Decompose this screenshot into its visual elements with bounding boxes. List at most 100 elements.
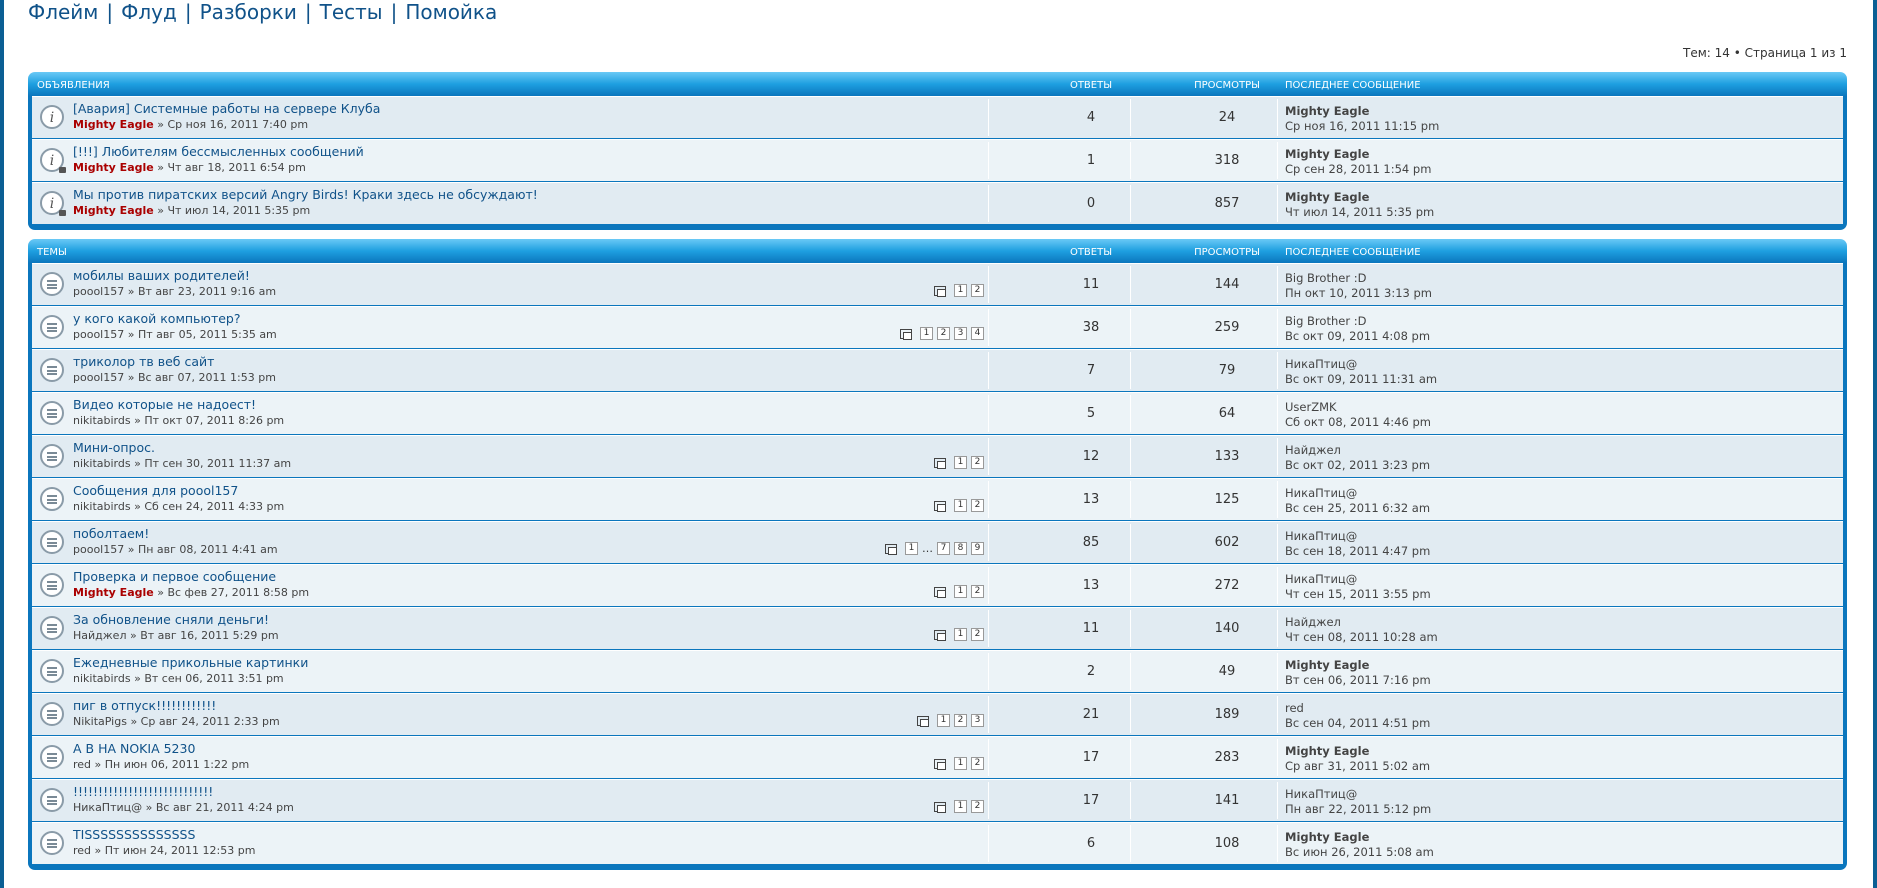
topic-title-link[interactable]: Мы против пиратских версий Angry Birds! … (73, 187, 538, 202)
topic-author-link[interactable]: Mighty Eagle (73, 204, 154, 217)
left-border (0, 0, 4, 888)
topic-author-link[interactable]: Mighty Eagle (73, 118, 154, 131)
column-last-post: ПОСЛЕДНЕЕ СООБЩЕНИЕ (1285, 80, 1421, 91)
last-post-author-link[interactable]: Mighty Eagle (1285, 744, 1369, 758)
page-link[interactable]: 2 (937, 327, 950, 340)
page-link[interactable]: 1 (954, 284, 967, 297)
topic-author-link[interactable]: nikitabirds (73, 500, 131, 513)
last-post-author-link[interactable]: UserZMK (1285, 400, 1337, 414)
topic-title-link[interactable]: Ежедневные прикольные картинки (73, 655, 308, 670)
topic-icon (40, 573, 64, 597)
page-link[interactable]: 1 (954, 800, 967, 813)
page-link[interactable]: 2 (971, 628, 984, 641)
page-link[interactable]: 2 (971, 585, 984, 598)
last-post-author-link[interactable]: Mighty Eagle (1285, 830, 1369, 844)
document-lines (47, 538, 57, 547)
topic-title-link[interactable]: За обновление сняли деньги! (73, 612, 269, 627)
topic-author-link[interactable]: poool157 (73, 285, 124, 298)
topic-title-link[interactable]: Видео которые не надоест! (73, 397, 256, 412)
topic-author-link[interactable]: red (73, 844, 91, 857)
last-post-author-link[interactable]: Mighty Eagle (1285, 147, 1369, 161)
page-link[interactable]: 1 (954, 456, 967, 469)
page-link[interactable]: 1 (905, 542, 918, 555)
page-link[interactable]: 1 (954, 585, 967, 598)
last-post-author-link[interactable]: Big Brother :D (1285, 271, 1366, 285)
topic-title-link[interactable]: триколор тв веб сайт (73, 354, 214, 369)
topic-title-link[interactable]: Мини-опрос. (73, 440, 155, 455)
topic-title-link[interactable]: пиг в отпуск!!!!!!!!!!!! (73, 698, 216, 713)
topic-author-link[interactable]: nikitabirds (73, 414, 131, 427)
last-post-author-link[interactable]: Mighty Eagle (1285, 658, 1369, 672)
topic-pagination: 12 (934, 628, 984, 641)
topic-title-link[interactable]: поболтаем! (73, 526, 149, 541)
last-post-author-link[interactable]: НикаПтиц@ (1285, 572, 1357, 586)
last-post-date: Вс окт 09, 2011 11:31 am (1285, 372, 1438, 386)
page-link[interactable]: 1 (954, 499, 967, 512)
topic-author-link[interactable]: red (73, 758, 91, 771)
nav-link[interactable]: Тесты (320, 0, 383, 24)
nav-link[interactable]: Флейм (28, 0, 98, 24)
topic-title-link[interactable]: [!!!] Любителям бессмысленных сообщений (73, 144, 364, 159)
topic-author-link[interactable]: nikitabirds (73, 672, 131, 685)
last-post-author-link[interactable]: Найджел (1285, 615, 1341, 629)
topic-author-link[interactable]: НикаПтиц@ (73, 801, 142, 814)
topic-author-link[interactable]: nikitabirds (73, 457, 131, 470)
topic-author-link[interactable]: Mighty Eagle (73, 586, 154, 599)
topic-author-link[interactable]: poool157 (73, 328, 124, 341)
page-link[interactable]: 1 (954, 628, 967, 641)
topic-title-link[interactable]: !!!!!!!!!!!!!!!!!!!!!!!!!!!! (73, 784, 213, 799)
page-link[interactable]: 1 (920, 327, 933, 340)
column-divider (1277, 266, 1278, 303)
topic-author-link[interactable]: Mighty Eagle (73, 161, 154, 174)
page-link[interactable]: 2 (971, 757, 984, 770)
page-link[interactable]: 9 (971, 542, 984, 555)
last-post-author-link[interactable]: НикаПтиц@ (1285, 486, 1357, 500)
topic-title-link[interactable]: Проверка и первое сообщение (73, 569, 276, 584)
topic-title-link[interactable]: А В НА NOKIA 5230 (73, 741, 195, 756)
pages-icon (900, 328, 912, 340)
nav-link[interactable]: Помойка (405, 0, 497, 24)
topic-author-link[interactable]: poool157 (73, 543, 124, 556)
page-link[interactable]: 3 (971, 714, 984, 727)
page-link[interactable]: 1 (937, 714, 950, 727)
page-link[interactable]: 2 (971, 499, 984, 512)
last-post-author-link[interactable]: Mighty Eagle (1285, 190, 1369, 204)
topic-title-link[interactable]: [Авария] Системные работы на сервере Клу… (73, 101, 380, 116)
last-post-author-link[interactable]: Mighty Eagle (1285, 104, 1369, 118)
views-count: 108 (1214, 836, 1240, 851)
topic-title-link[interactable]: у кого какой компьютер? (73, 311, 241, 326)
last-post-author-link[interactable]: НикаПтиц@ (1285, 529, 1357, 543)
column-divider (1277, 782, 1278, 819)
last-post-author-link[interactable]: Big Brother :D (1285, 314, 1366, 328)
nav-link[interactable]: Флуд (121, 0, 177, 24)
topic-author-link[interactable]: poool157 (73, 371, 124, 384)
topic-icon (40, 616, 64, 640)
topic-title-link[interactable]: TISSSSSSSSSSSSSS (73, 827, 195, 842)
views-count: 189 (1214, 707, 1240, 722)
topic-date: » Пт окт 07, 2011 8:26 pm (134, 414, 285, 427)
topic-title-link[interactable]: мобилы ваших родителей! (73, 268, 250, 283)
nav-link[interactable]: Разборки (200, 0, 297, 24)
topic-icon (40, 401, 64, 425)
topic-meta: nikitabirds » Пт сен 30, 2011 11:37 am (73, 457, 291, 470)
topic-author-link[interactable]: Найджел (73, 629, 126, 642)
page-link[interactable]: 4 (971, 327, 984, 340)
page-link[interactable]: 2 (954, 714, 967, 727)
topic-author-link[interactable]: NikitaPigs (73, 715, 127, 728)
topic-title-link[interactable]: Сообщения для poool157 (73, 483, 238, 498)
page-link[interactable]: 2 (971, 800, 984, 813)
column-divider (988, 610, 989, 647)
last-post-author-link[interactable]: НикаПтиц@ (1285, 787, 1357, 801)
page-link[interactable]: 8 (954, 542, 967, 555)
page-link[interactable]: 3 (954, 327, 967, 340)
last-post-author-link[interactable]: НикаПтиц@ (1285, 357, 1357, 371)
page-link[interactable]: 1 (954, 757, 967, 770)
topic-date: » Сб сен 24, 2011 4:33 pm (134, 500, 285, 513)
last-post-author-link[interactable]: red (1285, 701, 1304, 715)
page-link[interactable]: 2 (971, 456, 984, 469)
page-link[interactable]: 7 (937, 542, 950, 555)
topic-icon (40, 530, 64, 554)
page-link[interactable]: 2 (971, 284, 984, 297)
last-post-author-link[interactable]: Найджел (1285, 443, 1341, 457)
pages-icon (917, 715, 929, 727)
